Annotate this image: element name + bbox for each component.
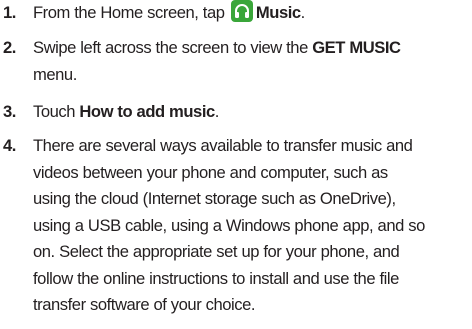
step-4: 4. There are several ways available to t… [0,133,425,319]
step-number: 1. [3,3,16,22]
step-number: 4. [3,136,16,155]
option-name-bold: How to add music [79,102,215,121]
step-line: menu. [33,64,77,84]
step-line: From the Home screen, tap Music. [33,0,305,27]
app-name-bold: Music [255,3,301,22]
step-line: Swipe left across the screen to view the… [33,35,401,62]
step-line: Touch How to add music. [33,99,219,126]
step-text: Swipe left across the screen to view the [33,38,313,57]
step-line: using the cloud (Internet storage such a… [33,189,396,208]
step-text-tail: . [300,3,306,22]
step-line: There are several ways available to tran… [33,136,413,155]
step-line: on. Select the appropriate set up for yo… [33,242,400,261]
step-3: 3. Touch How to add music. [0,99,219,126]
step-number: 2. [3,38,16,57]
step-1: 1. From the Home screen, tap Music. [0,0,305,27]
step-line: transfer software of your choice. [33,295,256,314]
step-2: 2. Swipe left across the screen to view … [0,35,401,88]
step-line: using a USB cable, using a Windows phone… [33,215,425,235]
step-line: videos between your phone and computer, … [33,162,388,182]
menu-name-bold: GET MUSIC [312,38,401,57]
step-number: 3. [3,102,16,121]
step-text-tail: . [214,102,220,121]
step-text: From the Home screen, tap [33,3,229,22]
step-line: follow the online instructions to instal… [33,268,399,288]
step-text: Touch [33,102,80,121]
headphones-icon [230,0,253,22]
